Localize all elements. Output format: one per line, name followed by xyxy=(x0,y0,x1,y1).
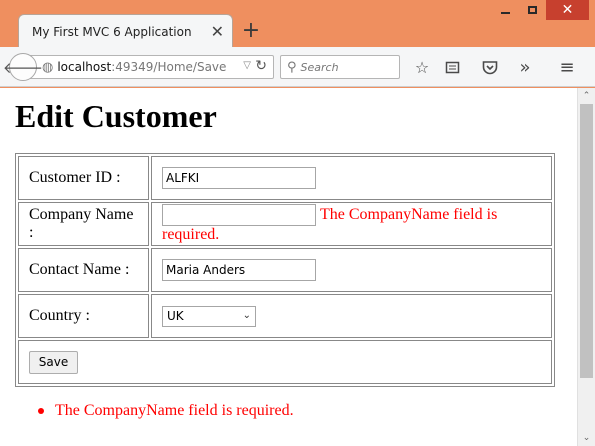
vertical-scrollbar[interactable]: ⌃ ⌄ xyxy=(577,88,595,446)
tab-title: My First MVC 6 Application xyxy=(32,24,192,39)
country-label: Country : xyxy=(18,294,149,338)
minimize-icon xyxy=(501,12,510,14)
form-row-customer-id: Customer ID : xyxy=(18,156,552,200)
arrow-left-icon: 🡐 xyxy=(2,58,44,77)
save-button[interactable]: Save xyxy=(29,350,78,374)
search-placeholder: Search xyxy=(300,60,339,74)
close-window-button[interactable]: ✕ xyxy=(546,0,589,20)
customer-id-label: Customer ID : xyxy=(18,156,149,200)
window-controls: ✕ xyxy=(492,0,589,20)
browser-tab[interactable]: My First MVC 6 Application ✕ xyxy=(18,14,233,48)
reading-list-icon[interactable] xyxy=(441,56,463,78)
search-icon: ⚲ xyxy=(287,59,297,75)
validation-summary-item: The CompanyName field is required. xyxy=(55,402,294,419)
reload-icon[interactable]: ↻ xyxy=(255,58,267,74)
maximize-button[interactable] xyxy=(519,0,546,20)
company-name-input[interactable] xyxy=(162,203,316,226)
form-row-company-name: Company Name : The CompanyName field is … xyxy=(18,202,552,246)
edit-customer-form: Customer ID : Company Name : The Company… xyxy=(15,153,555,387)
chevron-down-icon[interactable]: ▽ xyxy=(243,60,251,71)
url-path: :49349/Home/Save xyxy=(111,60,227,74)
customer-id-cell xyxy=(151,156,552,200)
new-tab-button[interactable]: + xyxy=(240,19,262,43)
search-bar[interactable]: ⚲ Search xyxy=(280,55,400,79)
bullet-icon xyxy=(38,408,44,414)
contact-name-input[interactable] xyxy=(162,259,316,281)
globe-icon: ◍ xyxy=(42,59,54,75)
country-select[interactable]: UK ⌄ xyxy=(162,305,256,327)
form-row-country: Country : UK ⌄ xyxy=(18,294,552,338)
maximize-icon xyxy=(528,6,537,14)
company-name-label: Company Name : xyxy=(18,202,149,246)
country-selected-value: UK xyxy=(167,308,184,323)
contact-name-label: Contact Name : xyxy=(18,248,149,292)
contact-name-cell xyxy=(151,248,552,292)
form-row-actions: Save xyxy=(18,340,552,384)
actions-cell: Save xyxy=(18,340,552,384)
navigation-bar: ◍ localhost:49349/Home/Save ▽ ↻ 🡐 ⚲ Sear… xyxy=(0,47,595,87)
plus-icon: + xyxy=(241,18,261,43)
scroll-up-arrow-icon[interactable]: ⌃ xyxy=(578,88,595,104)
scrollbar-thumb[interactable] xyxy=(580,104,593,378)
country-cell: UK ⌄ xyxy=(151,294,552,338)
tab-close-icon[interactable]: ✕ xyxy=(211,23,224,40)
hamburger-menu-icon[interactable]: ≡ xyxy=(556,56,578,78)
pocket-icon[interactable] xyxy=(479,56,501,78)
customer-id-input[interactable] xyxy=(162,167,316,189)
validation-summary: The CompanyName field is required. xyxy=(38,402,294,420)
minimize-button[interactable] xyxy=(492,0,519,20)
page-viewport: Edit Customer Customer ID : Company Name… xyxy=(0,88,595,446)
close-icon: ✕ xyxy=(561,2,574,18)
back-button[interactable]: 🡐 xyxy=(3,53,43,81)
chevron-down-icon: ⌄ xyxy=(242,309,251,321)
scroll-down-arrow-icon[interactable]: ⌄ xyxy=(578,430,595,446)
overflow-chevron-icon[interactable]: » xyxy=(514,56,536,78)
company-name-cell: The CompanyName field is required. xyxy=(151,202,552,246)
bookmark-star-icon[interactable]: ☆ xyxy=(411,56,433,78)
address-bar[interactable]: ◍ localhost:49349/Home/Save ▽ ↻ xyxy=(26,55,274,79)
page-title: Edit Customer xyxy=(15,98,217,134)
form-row-contact-name: Contact Name : xyxy=(18,248,552,292)
url-host: localhost xyxy=(57,60,112,74)
